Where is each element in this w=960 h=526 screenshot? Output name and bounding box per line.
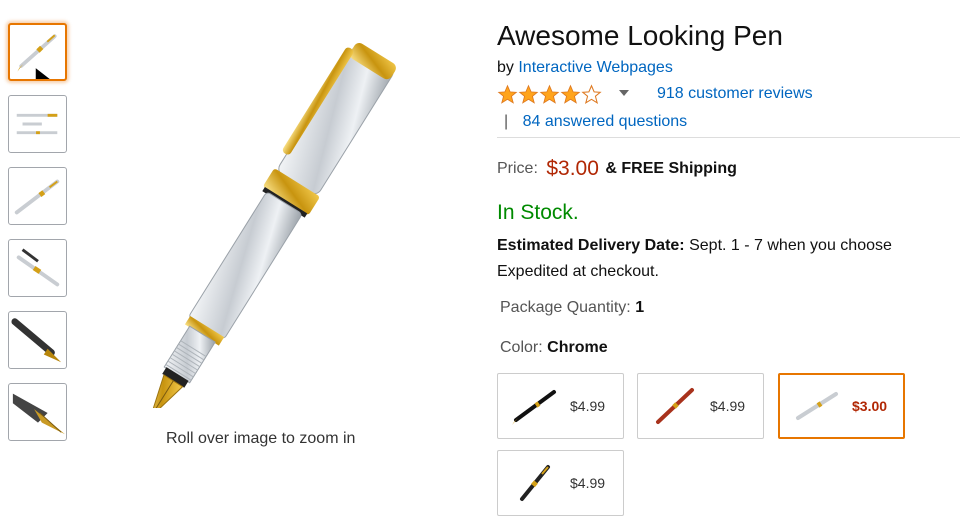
zoom-hint: Roll over image to zoom in (166, 430, 356, 447)
thumbnail-5[interactable] (8, 311, 67, 369)
star-rating[interactable] (497, 83, 602, 105)
stock-status: In Stock. (497, 201, 579, 224)
product-title: Awesome Looking Pen (497, 20, 783, 51)
thumbnail-4[interactable] (8, 239, 67, 297)
answered-questions-row: | 84 answered questions (504, 113, 687, 131)
byline-prefix: by (497, 59, 514, 76)
delivery-estimate: Estimated Delivery Date: Sept. 1 - 7 whe… (497, 233, 957, 285)
chrome-fountain-pen-image (149, 43, 396, 408)
thumbnail-1[interactable] (8, 23, 67, 81)
star-full-icon (497, 84, 518, 104)
color-selection: Color: Chrome (500, 339, 608, 357)
package-quantity: Package Quantity: 1 (500, 299, 644, 317)
chrome-pen-icon (796, 392, 838, 420)
star-empty-icon (581, 83, 602, 104)
color-label: Color: (500, 339, 543, 356)
customer-reviews-link[interactable]: 918 customer reviews (657, 85, 813, 103)
star-full-icon (539, 84, 560, 104)
byline: by Interactive Webpages (497, 59, 673, 77)
delivery-label: Estimated Delivery Date: (497, 237, 685, 254)
thumbnail-6[interactable] (8, 383, 67, 441)
main-product-image[interactable] (80, 28, 470, 408)
gold-black-pen-icon (520, 465, 550, 501)
divider (497, 137, 960, 138)
swatch-chrome-pen[interactable]: $3.00 (778, 373, 905, 439)
star-full-icon (518, 84, 539, 104)
qa-separator: | (504, 113, 509, 130)
pen-angled-thumbnail-icon (14, 179, 60, 215)
star-full-icon (560, 84, 581, 104)
answered-questions-link[interactable]: 84 answered questions (523, 113, 688, 130)
swatch-price: $4.99 (570, 475, 606, 491)
package-quantity-label: Package Quantity: (500, 299, 631, 316)
black-pen-icon (512, 390, 556, 425)
swatch-black-pen[interactable]: $4.99 (497, 373, 624, 439)
pen-parts-thumbnail-icon (16, 113, 58, 135)
chevron-down-icon[interactable] (619, 90, 629, 96)
pen-nib-closeup-thumbnail-icon (12, 393, 66, 435)
swatch-price: $4.99 (570, 398, 606, 414)
price-row: Price: $3.00 & FREE Shipping (497, 157, 737, 181)
red-pen-icon (656, 388, 694, 424)
color-value: Chrome (547, 339, 608, 356)
pen-capped-thumbnail-icon (16, 248, 60, 287)
free-shipping-label: & FREE Shipping (605, 160, 737, 177)
swatch-price: $4.99 (710, 398, 746, 414)
package-quantity-value: 1 (635, 299, 645, 316)
brand-link[interactable]: Interactive Webpages (518, 59, 672, 76)
price-value: $3.00 (546, 157, 599, 180)
color-swatches: $4.99 $4.99 $3.00 $4.99 (497, 373, 960, 523)
swatch-price: $3.00 (852, 398, 888, 414)
swatch-red-pen[interactable]: $4.99 (637, 373, 764, 439)
swatch-gold-black-pen[interactable]: $4.99 (497, 450, 624, 516)
mouse-cursor-icon (32, 65, 55, 79)
pen-nib-thumbnail-icon (11, 318, 62, 363)
thumbnail-2[interactable] (8, 95, 67, 153)
thumbnail-3[interactable] (8, 167, 67, 225)
price-label: Price: (497, 160, 538, 177)
